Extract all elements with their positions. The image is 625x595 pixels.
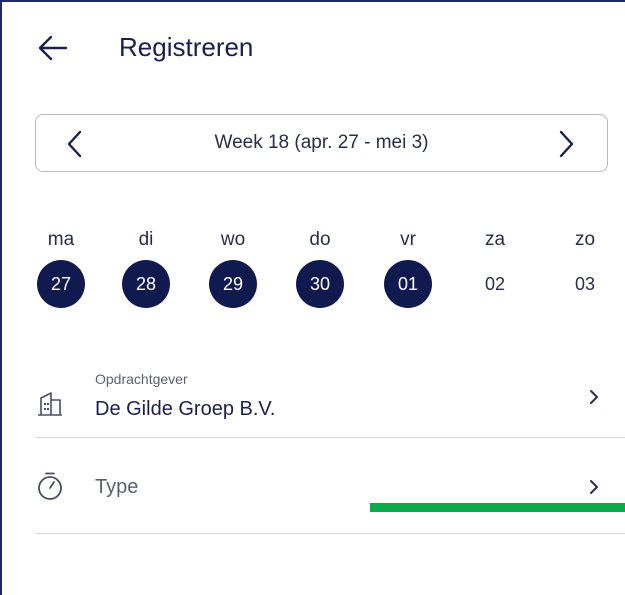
day-item[interactable]: do 30 <box>285 228 355 308</box>
building-icon <box>35 388 65 418</box>
day-name: zo <box>574 229 596 250</box>
chevron-right-icon <box>587 477 601 497</box>
day-number: 01 <box>384 260 432 308</box>
stopwatch-icon <box>35 471 65 501</box>
day-name: za <box>484 229 506 250</box>
arrow-left-icon <box>38 35 68 61</box>
day-number: 27 <box>37 260 85 308</box>
back-button[interactable] <box>38 35 68 61</box>
day-name: vr <box>400 229 416 250</box>
day-number: 30 <box>296 260 344 308</box>
day-item[interactable]: ma 27 <box>26 228 96 308</box>
day-name: di <box>138 229 154 250</box>
day-name: ma <box>47 229 75 250</box>
client-value: De Gilde Groep B.V. <box>95 398 276 420</box>
highlight-bar <box>370 503 625 512</box>
next-week-button[interactable] <box>555 129 577 159</box>
day-name: wo <box>220 229 246 250</box>
day-item[interactable]: za 02 <box>460 228 530 308</box>
day-number: 29 <box>209 260 257 308</box>
chevron-right-icon <box>559 130 574 158</box>
day-item[interactable]: zo 03 <box>550 228 620 308</box>
chevron-right-icon <box>587 387 601 407</box>
app-frame: Registreren Week 18 (apr. 27 - mei 3) ma… <box>0 0 625 595</box>
day-name: do <box>309 229 331 250</box>
day-item[interactable]: vr 01 <box>373 228 443 308</box>
day-picker: ma 27 di 28 wo 29 do 30 vr 01 za 02 zo 0… <box>26 228 625 308</box>
week-selector: Week 18 (apr. 27 - mei 3) <box>35 114 608 172</box>
week-label: Week 18 (apr. 27 - mei 3) <box>214 132 429 153</box>
client-row[interactable]: Opdrachtgever De Gilde Groep B.V. <box>35 358 625 438</box>
type-label: Type <box>95 476 139 498</box>
day-item[interactable]: wo 29 <box>198 228 268 308</box>
day-item[interactable]: di 28 <box>111 228 181 308</box>
day-number: 03 <box>574 274 596 294</box>
client-caption: Opdrachtgever <box>95 371 188 387</box>
day-number: 02 <box>484 274 506 294</box>
page-title: Registreren <box>119 32 254 62</box>
type-row[interactable]: Type <box>35 438 625 534</box>
day-number: 28 <box>122 260 170 308</box>
